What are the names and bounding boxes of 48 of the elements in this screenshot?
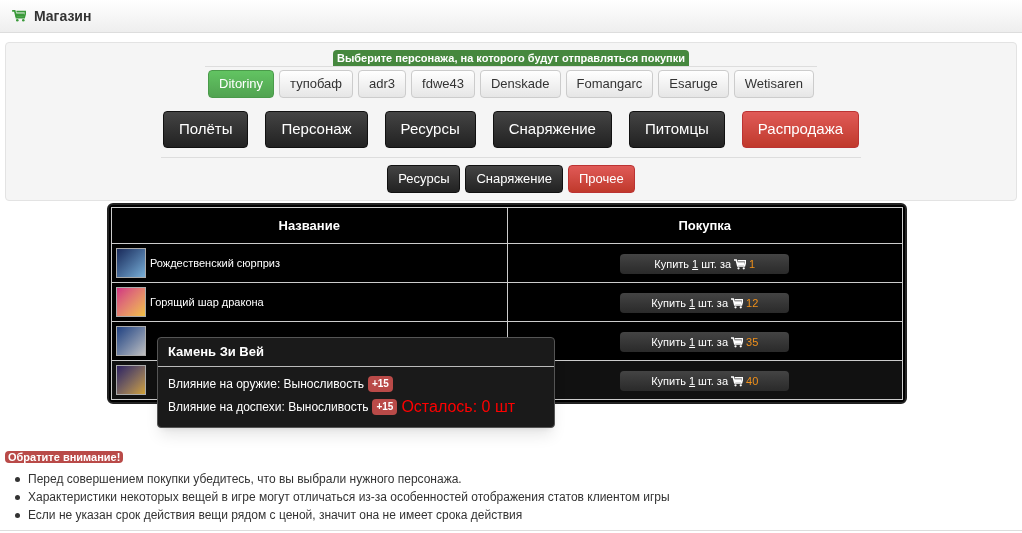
- notice-item: Характеристики некоторых вещей в игре могут отличаться из-за особенностей отображения статов клиентом игры: [28, 489, 670, 506]
- item-icon: [116, 326, 146, 356]
- stat-badge: +15: [367, 375, 393, 392]
- cart-icon: [734, 258, 747, 270]
- character-tab[interactable]: Denskade: [480, 70, 561, 98]
- item-icon: [116, 248, 146, 278]
- cart-icon: [731, 297, 744, 309]
- category-button[interactable]: Полёты: [162, 111, 249, 148]
- character-tab[interactable]: Fomangarc: [565, 70, 654, 98]
- bullet-icon: [15, 476, 20, 482]
- column-header: Название: [111, 207, 507, 244]
- character-tab[interactable]: Wetisaren: [733, 70, 814, 98]
- tooltip-line: Влияние на оружие: Выносливость: [168, 375, 364, 393]
- cart-icon: [731, 375, 744, 387]
- bullet-icon: [15, 512, 20, 518]
- category-button[interactable]: Питомцы: [628, 111, 725, 148]
- notice-item: Если не указан срок действия вещи рядом с ценой, значит она не имеет срока действия: [28, 507, 523, 524]
- category-button[interactable]: Ресурсы: [384, 111, 476, 148]
- cart-icon: [12, 10, 26, 22]
- subcategory-button[interactable]: Ресурсы: [387, 165, 461, 193]
- item-name[interactable]: Горящий шар дракона: [150, 293, 264, 311]
- character-tab[interactable]: adr3: [358, 70, 407, 98]
- stat-badge: +15: [372, 398, 398, 415]
- buy-button[interactable]: Купить 1 шт. за 35: [620, 332, 790, 353]
- stock-text: Осталось: 0 шт: [401, 396, 516, 417]
- page-title: Магазин: [34, 6, 92, 26]
- character-tab[interactable]: Esaruge: [658, 70, 729, 98]
- subcategory-button[interactable]: Прочее: [568, 165, 635, 193]
- subcategory-button[interactable]: Снаряжение: [465, 165, 563, 193]
- character-tab[interactable]: fdwe43: [411, 70, 475, 98]
- category-button[interactable]: Распродажа: [741, 111, 860, 148]
- item-icon: [116, 287, 146, 317]
- buy-button[interactable]: Купить 1 шт. за 1: [620, 254, 790, 275]
- bullet-icon: [15, 494, 20, 500]
- tooltip-title: Камень Зи Вей: [158, 338, 554, 367]
- buy-button[interactable]: Купить 1 шт. за 12: [620, 293, 790, 314]
- item-name[interactable]: Рождественский сюрприз: [150, 254, 280, 272]
- notice-label: Обратите внимание!: [5, 451, 124, 463]
- category-button[interactable]: Персонаж: [265, 111, 368, 148]
- column-header: Покупка: [507, 207, 903, 244]
- tooltip-line: Влияние на доспехи: Выносливость: [168, 398, 369, 416]
- item-icon: [116, 365, 146, 395]
- category-button[interactable]: Снаряжение: [492, 111, 612, 148]
- buy-button[interactable]: Купить 1 шт. за 40: [620, 371, 790, 392]
- notice-item: Перед совершением покупки убедитесь, что вы выбрали нужного персонажа.: [28, 471, 462, 488]
- cart-icon: [731, 336, 744, 348]
- hint-label: Выберите персонажа, на которого будут отправляться покупки: [332, 50, 690, 66]
- character-tab[interactable]: тупобаф: [279, 70, 354, 98]
